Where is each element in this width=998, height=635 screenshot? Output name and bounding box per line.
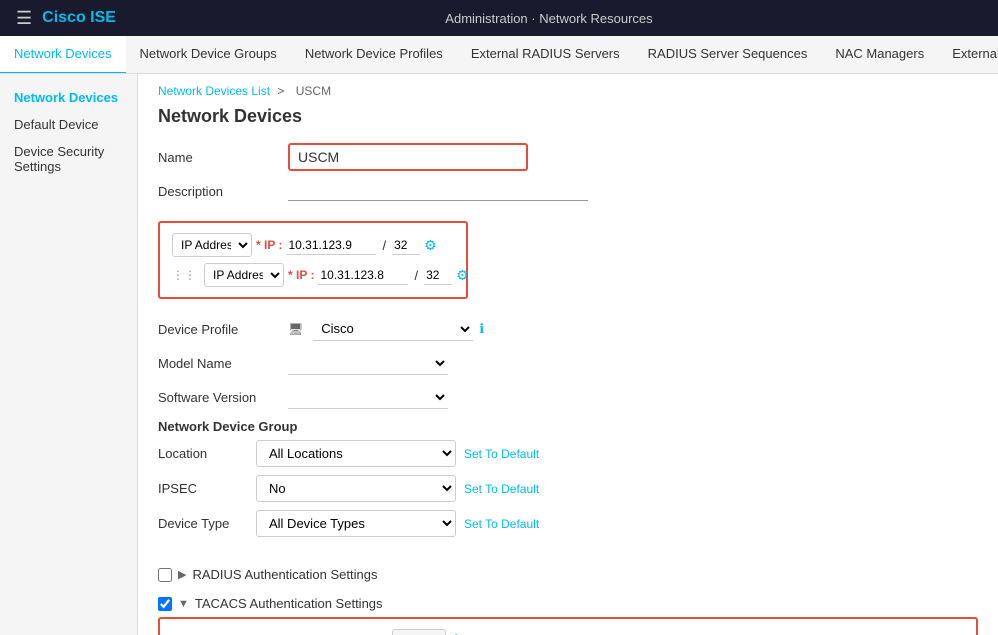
- breadcrumb-current: USCM: [296, 84, 331, 98]
- sidebar-item-network-devices[interactable]: Network Devices: [0, 84, 137, 111]
- tacacs-auth-section: TACACS Authentication Settings Shared Se…: [158, 596, 978, 635]
- tacacs-box: Shared Secret ······· Show Retire ℹ Enab…: [158, 617, 978, 635]
- ipsec-row: IPSEC No Set To Default: [158, 475, 978, 502]
- layout: Network Devices Default Device Device Se…: [0, 74, 998, 635]
- tacacs-auth-title: TACACS Authentication Settings: [195, 596, 383, 611]
- name-row: Name: [158, 143, 978, 171]
- breadcrumb: Network Devices List > USCM: [158, 84, 978, 98]
- sidebar-item-default-device[interactable]: Default Device: [0, 111, 137, 138]
- device-type-select[interactable]: All Device Types: [256, 510, 456, 537]
- name-input[interactable]: [298, 149, 498, 165]
- location-set-default[interactable]: Set To Default: [464, 447, 539, 461]
- device-type-label: Device Type: [158, 516, 248, 531]
- tab-external-radius-servers[interactable]: External RADIUS Servers: [457, 36, 634, 74]
- ip-required-label-1: * IP :: [256, 238, 282, 252]
- ip-slash-1: /: [382, 238, 386, 253]
- ip-slash-2: /: [414, 268, 418, 283]
- ip-row-2: ⋮⋮ IP Address * IP : / ⚙: [172, 263, 454, 287]
- model-name-wrap: [288, 351, 448, 375]
- device-profile-wrap: 🖥 Cisco ℹ: [288, 317, 484, 341]
- ipsec-label: IPSEC: [158, 481, 248, 496]
- ip-input-1[interactable]: [286, 236, 376, 255]
- device-profile-label: Device Profile: [158, 322, 288, 337]
- software-version-select[interactable]: [288, 385, 448, 409]
- main-content: Network Devices List > USCM Network Devi…: [138, 74, 998, 635]
- device-profile-icon: 🖥: [288, 322, 303, 336]
- tab-network-device-profiles[interactable]: Network Device Profiles: [291, 36, 457, 74]
- software-version-wrap: [288, 385, 448, 409]
- gear-icon-2[interactable]: ⚙: [456, 267, 469, 284]
- tacacs-chevron-icon: [178, 598, 189, 610]
- ip-prefix-2[interactable]: [424, 266, 452, 285]
- location-select[interactable]: All Locations: [256, 440, 456, 467]
- hamburger-icon[interactable]: ☰: [16, 8, 32, 29]
- description-label: Description: [158, 184, 288, 199]
- device-type-row: Device Type All Device Types Set To Defa…: [158, 510, 978, 537]
- model-name-select[interactable]: [288, 351, 448, 375]
- software-version-row: Software Version: [158, 385, 978, 409]
- ip-type-select-2[interactable]: IP Address: [204, 263, 284, 287]
- shared-secret-dots: ·······: [292, 631, 343, 635]
- location-label: Location: [158, 446, 248, 461]
- nav-tabs: Network Devices Network Device Groups Ne…: [0, 36, 998, 74]
- ip-type-select-1[interactable]: IP Address: [172, 233, 252, 257]
- radius-auth-checkbox[interactable]: [158, 568, 172, 582]
- breadcrumb-separator: >: [277, 84, 284, 98]
- retire-button[interactable]: Retire: [392, 629, 446, 635]
- name-label: Name: [158, 150, 288, 165]
- software-version-label: Software Version: [158, 390, 288, 405]
- device-profile-row: Device Profile 🖥 Cisco ℹ: [158, 317, 978, 341]
- ipsec-set-default[interactable]: Set To Default: [464, 482, 539, 496]
- description-row: Description: [158, 181, 978, 201]
- name-box: [288, 143, 528, 171]
- sidebar-item-device-security-settings[interactable]: Device Security Settings: [0, 138, 137, 180]
- tacacs-auth-header[interactable]: TACACS Authentication Settings: [158, 596, 978, 611]
- radius-chevron-icon: [178, 568, 186, 581]
- ipsec-select[interactable]: No: [256, 475, 456, 502]
- tacacs-auth-checkbox[interactable]: [158, 597, 172, 611]
- ip-input-2[interactable]: [318, 266, 408, 285]
- breadcrumb-list-link[interactable]: Network Devices List: [158, 84, 270, 98]
- description-input[interactable]: [288, 181, 588, 201]
- info-icon-device-profile[interactable]: ℹ: [479, 321, 484, 337]
- logo: Cisco ISE: [42, 9, 116, 27]
- sidebar: Network Devices Default Device Device Se…: [0, 74, 138, 635]
- top-bar: ☰ Cisco ISE Administration · Network Res…: [0, 0, 998, 36]
- tab-external-mdm[interactable]: External MDM: [938, 36, 998, 74]
- description-wrap: [288, 181, 978, 201]
- drag-icon-2[interactable]: ⋮⋮: [172, 268, 196, 282]
- device-type-set-default[interactable]: Set To Default: [464, 517, 539, 531]
- shared-secret-row: Shared Secret ······· Show Retire ℹ: [174, 629, 962, 635]
- gear-icon-1[interactable]: ⚙: [424, 237, 437, 254]
- ip-row-1: IP Address * IP : / ⚙: [172, 233, 454, 257]
- tab-network-devices[interactable]: Network Devices: [0, 36, 126, 74]
- model-name-label: Model Name: [158, 356, 288, 371]
- model-name-row: Model Name: [158, 351, 978, 375]
- ip-required-label-2: * IP :: [288, 268, 314, 282]
- ip-prefix-1[interactable]: [392, 236, 420, 255]
- page-breadcrumb-title: Administration · Network Resources: [445, 11, 652, 26]
- tab-network-device-groups[interactable]: Network Device Groups: [126, 36, 291, 74]
- ndg-label: Network Device Group: [158, 419, 978, 434]
- location-row: Location All Locations Set To Default: [158, 440, 978, 467]
- device-profile-select[interactable]: Cisco: [313, 317, 473, 341]
- ip-section: IP Address * IP : / ⚙ ⋮⋮ IP Address * IP…: [158, 221, 468, 299]
- radius-auth-section: RADIUS Authentication Settings: [158, 567, 978, 582]
- radius-auth-header[interactable]: RADIUS Authentication Settings: [158, 567, 978, 582]
- tab-nac-managers[interactable]: NAC Managers: [821, 36, 938, 74]
- page-title: Network Devices: [158, 106, 978, 127]
- radius-auth-title: RADIUS Authentication Settings: [192, 567, 377, 582]
- tab-radius-server-sequences[interactable]: RADIUS Server Sequences: [634, 36, 822, 74]
